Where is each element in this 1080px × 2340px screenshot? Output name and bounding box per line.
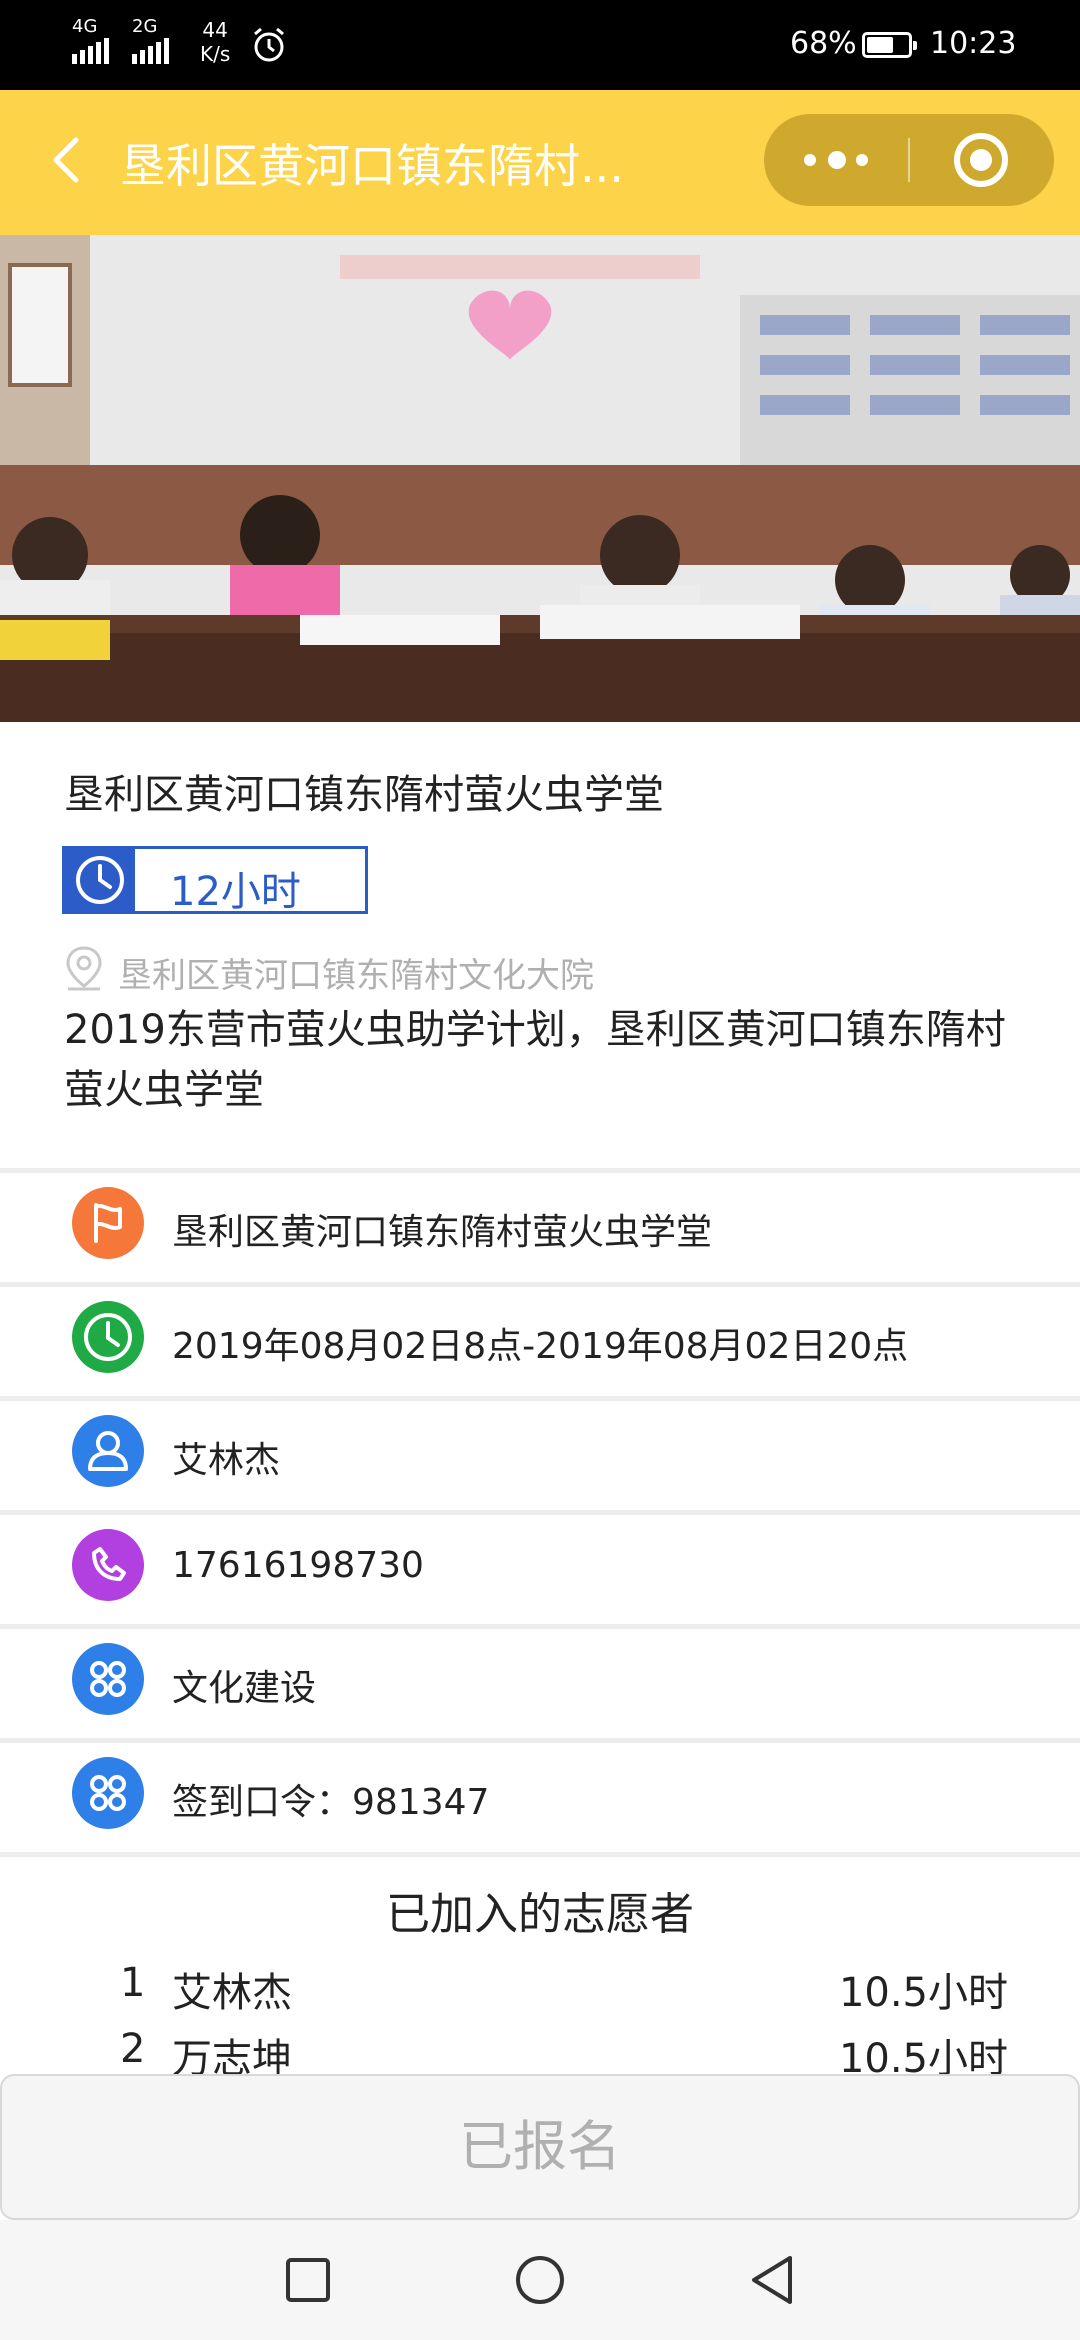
volunteer-name: 艾林杰 bbox=[172, 1970, 292, 2016]
location-text: 垦利区黄河口镇东隋村文化大院 bbox=[118, 956, 594, 996]
duration-badge: 12小时 bbox=[62, 846, 368, 915]
detail-text: 文化建设 bbox=[172, 1668, 317, 1709]
activity-photo bbox=[0, 235, 1080, 722]
status-bar: 4G 2G 44 K/s 68% 10:23 bbox=[0, 0, 1080, 90]
dot bbox=[828, 151, 846, 169]
system-nav-bar bbox=[0, 2220, 1080, 2340]
network-type-2: 2G bbox=[132, 16, 158, 37]
grid-icon bbox=[72, 1757, 144, 1829]
phone-icon bbox=[72, 1529, 144, 1601]
volunteers-heading: 已加入的志愿者 bbox=[386, 1889, 694, 1940]
close-button[interactable] bbox=[910, 114, 1054, 206]
activity-description: 2019东营市萤火虫助学计划，垦利区黄河口镇东隋村萤火虫学堂 bbox=[64, 1007, 1006, 1113]
detail-text: 2019年08月02日8点-2019年08月02日20点 bbox=[172, 1326, 909, 1367]
home-icon[interactable] bbox=[510, 2250, 570, 2310]
recent-apps-icon[interactable] bbox=[278, 2250, 338, 2310]
volunteer-index: 2 bbox=[120, 2026, 146, 2072]
volunteer-hours: 10.5小时 bbox=[838, 1970, 1008, 2016]
network-speed: 44 K/s bbox=[200, 18, 230, 66]
back-icon[interactable] bbox=[742, 2250, 802, 2310]
divider bbox=[0, 1852, 1080, 1857]
duration-value: 12小时 bbox=[170, 869, 301, 915]
mini-program-capsule bbox=[764, 114, 1054, 206]
detail-row-time: 2019年08月02日8点-2019年08月02日20点 bbox=[0, 1282, 1080, 1395]
dot bbox=[804, 154, 816, 166]
volunteer-index: 1 bbox=[120, 1960, 146, 2006]
network-speed-value: 44 bbox=[202, 18, 228, 42]
back-arrow-icon[interactable] bbox=[40, 130, 100, 190]
detail-row-organizer: 垦利区黄河口镇东隋村萤火虫学堂 bbox=[0, 1168, 1080, 1281]
detail-text: 艾林杰 bbox=[172, 1440, 281, 1481]
battery-icon bbox=[862, 32, 917, 58]
duration-icon-box bbox=[65, 849, 135, 911]
detail-text: 签到口令：981347 bbox=[172, 1782, 490, 1823]
detail-row-phone[interactable]: 17616198730 bbox=[0, 1510, 1080, 1623]
volunteer-row: 1 艾林杰 10.5小时 bbox=[0, 1960, 1080, 2020]
detail-text: 17616198730 bbox=[172, 1545, 424, 1586]
clock-icon bbox=[76, 856, 124, 904]
dot bbox=[856, 154, 868, 166]
battery-percent: 68% bbox=[790, 26, 857, 61]
clock: 10:23 bbox=[930, 26, 1017, 61]
signed-up-button[interactable]: 已报名 bbox=[0, 2074, 1080, 2220]
signal-strength-icon bbox=[132, 38, 169, 64]
person-icon bbox=[72, 1415, 144, 1487]
page-title: 垦利区黄河口镇东隋村... bbox=[120, 139, 624, 193]
clock-icon bbox=[72, 1301, 144, 1373]
alarm-icon bbox=[254, 27, 284, 62]
detail-row-contact: 艾林杰 bbox=[0, 1396, 1080, 1509]
activity-title: 垦利区黄河口镇东隋村萤火虫学堂 bbox=[64, 772, 664, 818]
signal-strength-icon bbox=[72, 38, 109, 64]
location-pin-icon bbox=[66, 946, 102, 991]
detail-text: 垦利区黄河口镇东隋村萤火虫学堂 bbox=[172, 1212, 713, 1253]
header-bar: 垦利区黄河口镇东隋村... bbox=[0, 90, 1080, 235]
detail-row-checkin-code: 签到口令：981347 bbox=[0, 1738, 1080, 1851]
classroom-photo-illustration bbox=[0, 235, 1080, 722]
network-type-1: 4G bbox=[72, 16, 98, 37]
grid-icon bbox=[72, 1643, 144, 1715]
more-button[interactable] bbox=[764, 114, 908, 206]
detail-row-category: 文化建设 bbox=[0, 1624, 1080, 1737]
flag-icon bbox=[72, 1187, 144, 1259]
network-speed-unit: K/s bbox=[200, 42, 231, 66]
close-dot bbox=[970, 149, 992, 171]
